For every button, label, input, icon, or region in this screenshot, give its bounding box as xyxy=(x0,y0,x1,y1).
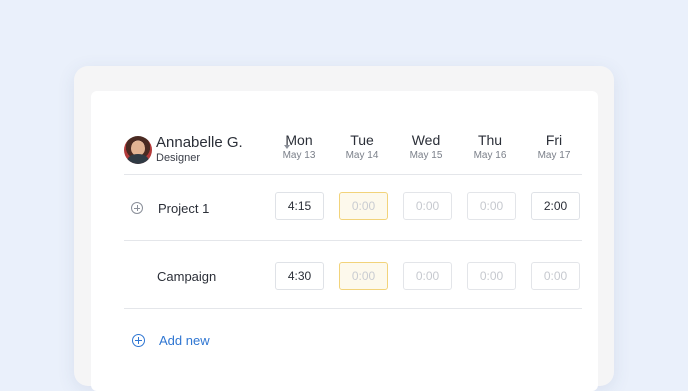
time-cell-fri[interactable]: 2:00 xyxy=(531,192,580,220)
user-name: Annabelle G. xyxy=(156,134,243,151)
day-name: Wed xyxy=(411,132,441,148)
add-new-label: Add new xyxy=(159,333,210,348)
time-cell-fri[interactable]: 0:00 xyxy=(531,262,580,290)
day-date: May 14 xyxy=(345,150,379,161)
time-cell-mon[interactable]: 4:30 xyxy=(275,262,324,290)
plus-circle-icon[interactable] xyxy=(131,202,143,214)
time-cell-tue[interactable]: 0:00 xyxy=(339,192,388,220)
day-date: May 16 xyxy=(473,150,507,161)
outer-card: Annabelle G. Designer Mon May 13 Tue May… xyxy=(74,66,614,391)
row-label-project-1: Project 1 xyxy=(158,201,210,216)
divider xyxy=(124,174,582,175)
day-name: Mon xyxy=(285,132,313,148)
day-header-mon: Mon May 13 xyxy=(269,133,329,161)
day-date: May 15 xyxy=(409,150,443,161)
add-new-button[interactable]: Add new xyxy=(132,333,210,348)
time-cell-thu[interactable]: 0:00 xyxy=(467,192,516,220)
divider xyxy=(124,240,582,241)
divider xyxy=(124,308,582,309)
day-header-wed: Wed May 15 xyxy=(396,133,456,161)
time-cell-wed[interactable]: 0:00 xyxy=(403,192,452,220)
time-cell-mon[interactable]: 4:15 xyxy=(275,192,324,220)
user-selector[interactable]: Annabelle G. Designer xyxy=(124,135,290,164)
time-cell-thu[interactable]: 0:00 xyxy=(467,262,516,290)
user-role: Designer xyxy=(156,152,201,164)
day-header-fri: Fri May 17 xyxy=(524,133,584,161)
day-header-tue: Tue May 14 xyxy=(332,133,392,161)
row-label-campaign: Campaign xyxy=(157,269,217,284)
user-info: Annabelle G. Designer xyxy=(156,135,243,164)
day-date: May 13 xyxy=(282,150,316,161)
day-date: May 17 xyxy=(537,150,571,161)
day-name: Tue xyxy=(350,132,374,148)
day-name: Fri xyxy=(545,132,563,148)
avatar xyxy=(124,135,152,164)
timesheet-card: Annabelle G. Designer Mon May 13 Tue May… xyxy=(91,91,598,391)
time-cell-wed[interactable]: 0:00 xyxy=(403,262,452,290)
day-name: Thu xyxy=(477,132,503,148)
day-header-thu: Thu May 16 xyxy=(460,133,520,161)
plus-circle-icon xyxy=(132,334,145,347)
time-cell-tue[interactable]: 0:00 xyxy=(339,262,388,290)
